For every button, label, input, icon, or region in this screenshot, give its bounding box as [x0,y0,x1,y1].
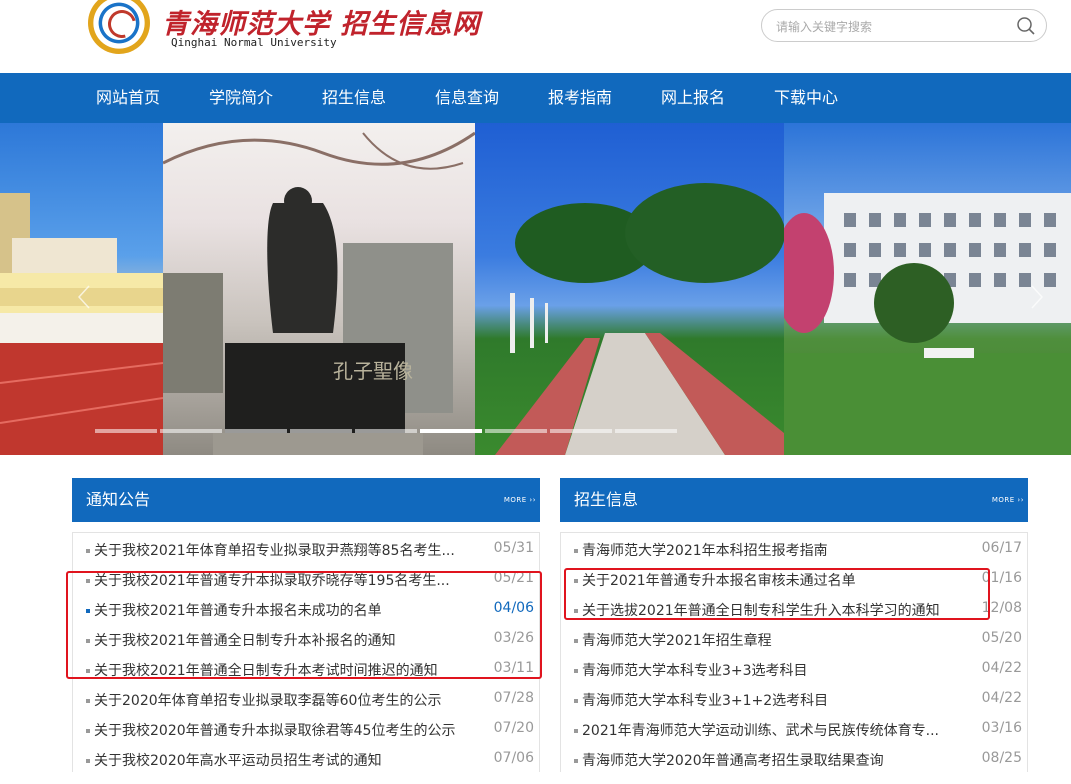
site-logo-subtitle: Qinghai Normal University [171,36,337,49]
list-item-title[interactable]: 2021年青海师范大学运动训练、武术与民族传统体育专... [582,720,952,740]
banner-dot[interactable] [550,429,612,433]
bullet-icon [574,729,578,733]
bullet-icon [574,699,578,703]
bullet-icon [574,549,578,553]
list-item[interactable]: 青海师范大学本科专业3+1+2选考科目 04/22 [561,685,1029,715]
list-item-title[interactable]: 关于2020年体育单招专业拟录取李磊等60位考生的公示 [94,690,464,710]
nav-college-intro[interactable]: 学院简介 [209,73,273,123]
notice-title: 通知公告 [86,490,151,509]
list-item-title[interactable]: 关于我校2020年高水平运动员招生考试的通知 [94,750,464,770]
banner-dot[interactable] [355,429,417,433]
nav-application-guide[interactable]: 报考指南 [548,73,612,123]
banner-image-campus-path [475,123,784,455]
search-input[interactable] [774,16,1008,38]
bullet-icon [86,549,90,553]
list-item-title[interactable]: 关于我校2020年普通专升本拟录取徐君等45位考生的公示 [94,720,464,740]
list-item-date: 04/22 [981,690,1022,706]
list-item[interactable]: 2021年青海师范大学运动训练、武术与民族传统体育专... 03/16 [561,715,1029,745]
admission-header: 招生信息 MORE ›› [560,478,1028,522]
highlight-box-notice [66,571,542,679]
banner-dot[interactable] [615,429,677,433]
banner-image-confucius-statue: 孔子聖像 [163,123,475,455]
highlight-box-admission [564,568,990,620]
bullet-icon [86,759,90,763]
banner-dot[interactable] [160,429,222,433]
list-item[interactable]: 青海师范大学2020年普通高考招生录取结果查询 08/25 [561,745,1029,775]
notice-panel: 通知公告 MORE ›› 关于我校2021年体育单招专业拟录取尹燕翔等85名考生… [72,478,540,772]
notice-header: 通知公告 MORE ›› [72,478,540,522]
list-item-date: 06/17 [981,540,1022,556]
list-item-date: 07/28 [493,690,534,706]
list-item-title[interactable]: 青海师范大学本科专业3+1+2选考科目 [582,690,952,710]
notice-more-link[interactable]: MORE ›› [504,496,536,504]
list-item-title[interactable]: 青海师范大学本科专业3+3选考科目 [582,660,952,680]
list-item[interactable]: 青海师范大学2021年招生章程 05/20 [561,625,1029,655]
list-item-date: 04/22 [981,660,1022,676]
list-item[interactable]: 关于2020年体育单招专业拟录取李磊等60位考生的公示 07/28 [73,685,541,715]
banner-dot-active[interactable] [420,429,482,433]
list-item[interactable]: 关于我校2020年高水平运动员招生考试的通知 07/06 [73,745,541,775]
nav-home[interactable]: 网站首页 [96,73,160,123]
banner-next-arrow-icon[interactable] [1031,285,1043,309]
list-item[interactable]: 青海师范大学本科专业3+3选考科目 04/22 [561,655,1029,685]
list-item-date: 07/20 [493,720,534,736]
list-item-date: 05/20 [981,630,1022,646]
banner-carousel[interactable]: 孔子聖像 [0,123,1071,455]
bullet-icon [574,759,578,763]
list-item[interactable]: 关于我校2021年体育单招专业拟录取尹燕翔等85名考生... 05/31 [73,535,541,565]
admission-more-link[interactable]: MORE ›› [992,496,1024,504]
list-item-title[interactable]: 关于我校2021年体育单招专业拟录取尹燕翔等85名考生... [94,540,464,560]
admission-panel: 招生信息 MORE ›› 青海师范大学2021年本科招生报考指南 06/17 关于… [560,478,1028,772]
nav-admission-info[interactable]: 招生信息 [322,73,386,123]
admission-title: 招生信息 [574,490,639,509]
main-nav: 网站首页 学院简介 招生信息 信息查询 报考指南 网上报名 下载中心 [0,73,1071,123]
nav-online-registration[interactable]: 网上报名 [661,73,725,123]
list-item-date: 03/16 [981,720,1022,736]
list-item-title[interactable]: 青海师范大学2020年普通高考招生录取结果查询 [582,750,952,770]
bullet-icon [574,669,578,673]
list-item[interactable]: 青海师范大学2021年本科招生报考指南 06/17 [561,535,1029,565]
banner-image-campus-building [784,123,1071,455]
search-icon[interactable] [1016,16,1036,36]
list-item-date: 05/31 [493,540,534,556]
bullet-icon [574,639,578,643]
banner-prev-arrow-icon[interactable] [78,285,90,309]
banner-dot[interactable] [95,429,157,433]
banner-dot[interactable] [485,429,547,433]
bullet-icon [86,699,90,703]
nav-downloads[interactable]: 下载中心 [774,73,838,123]
list-item-date: 07/06 [493,750,534,766]
university-emblem-icon[interactable] [88,0,150,54]
list-item-title[interactable]: 青海师范大学2021年本科招生报考指南 [582,540,952,560]
list-item-title[interactable]: 青海师范大学2021年招生章程 [582,630,952,650]
nav-info-query[interactable]: 信息查询 [435,73,499,123]
svg-text:孔子聖像: 孔子聖像 [333,359,413,383]
list-item[interactable]: 关于我校2020年普通专升本拟录取徐君等45位考生的公示 07/20 [73,715,541,745]
site-header: 青海师范大学 招生信息网 Qinghai Normal University [0,0,1071,73]
list-item-date: 08/25 [981,750,1022,766]
search-box [761,9,1047,42]
banner-dot[interactable] [290,429,352,433]
bullet-icon [86,729,90,733]
banner-dot[interactable] [225,429,287,433]
